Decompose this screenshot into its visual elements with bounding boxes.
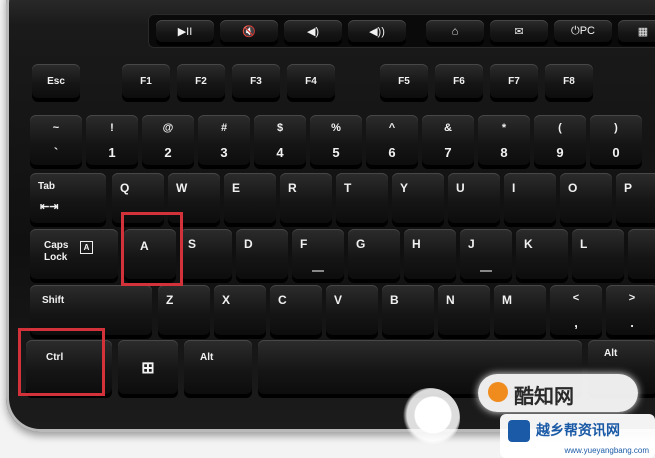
key-t[interactable]: T (336, 173, 388, 225)
key-v[interactable]: V (326, 285, 378, 337)
key-p[interactable]: P (616, 173, 655, 225)
watermark-logo-icon (488, 382, 508, 402)
key-2[interactable]: @2 (142, 115, 194, 167)
key-comma[interactable]: <, (550, 285, 602, 337)
key-5[interactable]: % 5 (310, 115, 362, 167)
key-c[interactable]: C (270, 285, 322, 337)
key-h[interactable]: H (404, 229, 456, 281)
watermark-site-url: www.yueyangbang.com (564, 446, 650, 455)
key-m[interactable]: M (494, 285, 546, 337)
watermark-site-cn: 越乡帮资讯网 (536, 423, 620, 439)
f2-key[interactable]: F2 (177, 64, 225, 100)
watermark-brand: 酷知网 (514, 384, 574, 408)
highlight-box-ctrl (18, 328, 105, 396)
f5-key[interactable]: F5 (380, 64, 428, 100)
key-z[interactable]: Z (158, 285, 210, 337)
key-g[interactable]: G (348, 229, 400, 281)
f4-key[interactable]: F4 (287, 64, 335, 100)
f7-key[interactable]: F7 (490, 64, 538, 100)
windows-key[interactable]: ⊞ (118, 340, 178, 396)
key-d[interactable]: D (236, 229, 288, 281)
play-pause-key[interactable]: ▶II (156, 20, 214, 44)
key-s[interactable]: S (180, 229, 232, 281)
volume-up-key[interactable]: ◀)) (348, 20, 406, 44)
watermark-site-logo-icon (508, 420, 530, 442)
key-n[interactable]: N (438, 285, 490, 337)
key-3[interactable]: #3 (198, 115, 250, 167)
watermark: 酷知网 越乡帮资讯网 www.yueyangbang.com (400, 370, 655, 458)
f6-key[interactable]: F6 (435, 64, 483, 100)
watermark-site-badge: 越乡帮资讯网 www.yueyangbang.com (500, 414, 655, 458)
home-bump (312, 270, 324, 272)
watermark-swirl-icon (400, 388, 460, 448)
key-o[interactable]: O (560, 173, 612, 225)
highlight-box-a (121, 212, 183, 286)
sleep-key[interactable]: ⏻PC (554, 20, 612, 44)
key-r[interactable]: R (280, 173, 332, 225)
key-9[interactable]: (9 (534, 115, 586, 167)
backtick-key[interactable]: ~ ` (30, 115, 82, 167)
caps-lock-key[interactable]: Caps Lock A (30, 229, 118, 281)
key-1[interactable]: ! 1 (86, 115, 138, 167)
windows-logo-icon: ⊞ (141, 360, 155, 377)
f1-key[interactable]: F1 (122, 64, 170, 100)
f8-key[interactable]: F8 (545, 64, 593, 100)
mute-key[interactable]: 🔇 (220, 20, 278, 44)
tab-key[interactable]: Tab ⇤⇥ (30, 173, 106, 225)
calculator-key[interactable]: ▦ (618, 20, 655, 44)
watermark-badge: 酷知网 (478, 374, 638, 412)
key-period[interactable]: >. (606, 285, 655, 337)
volume-down-key[interactable]: ◀) (284, 20, 342, 44)
key-semicolon[interactable] (628, 229, 655, 281)
key-7[interactable]: & 7 (422, 115, 474, 167)
tab-arrows-icon: ⇤⇥ (40, 201, 59, 213)
key-e[interactable]: E (224, 173, 276, 225)
esc-key[interactable]: Esc (32, 64, 80, 100)
key-u[interactable]: U (448, 173, 500, 225)
left-alt-key[interactable]: Alt (184, 340, 252, 396)
key-i[interactable]: I (504, 173, 556, 225)
key-y[interactable]: Y (392, 173, 444, 225)
key-f[interactable]: F (292, 229, 344, 281)
key-6[interactable]: ^ 6 (366, 115, 418, 167)
home-bump (480, 270, 492, 272)
keyboard-photo: ▶II 🔇 ◀) ◀)) ⌂ ✉ ⏻PC ▦ Esc F1 F2 F3 F4 F… (0, 0, 655, 458)
key-j[interactable]: J (460, 229, 512, 281)
home-key[interactable]: ⌂ (426, 20, 484, 44)
key-x[interactable]: X (214, 285, 266, 337)
key-l[interactable]: L (572, 229, 624, 281)
key-4[interactable]: $4 (254, 115, 306, 167)
key-k[interactable]: K (516, 229, 568, 281)
key-b[interactable]: B (382, 285, 434, 337)
f3-key[interactable]: F3 (232, 64, 280, 100)
mail-key[interactable]: ✉ (490, 20, 548, 44)
key-0[interactable]: ) 0 (590, 115, 642, 167)
caps-lock-indicator-icon: A (80, 241, 93, 254)
key-8[interactable]: * 8 (478, 115, 530, 167)
